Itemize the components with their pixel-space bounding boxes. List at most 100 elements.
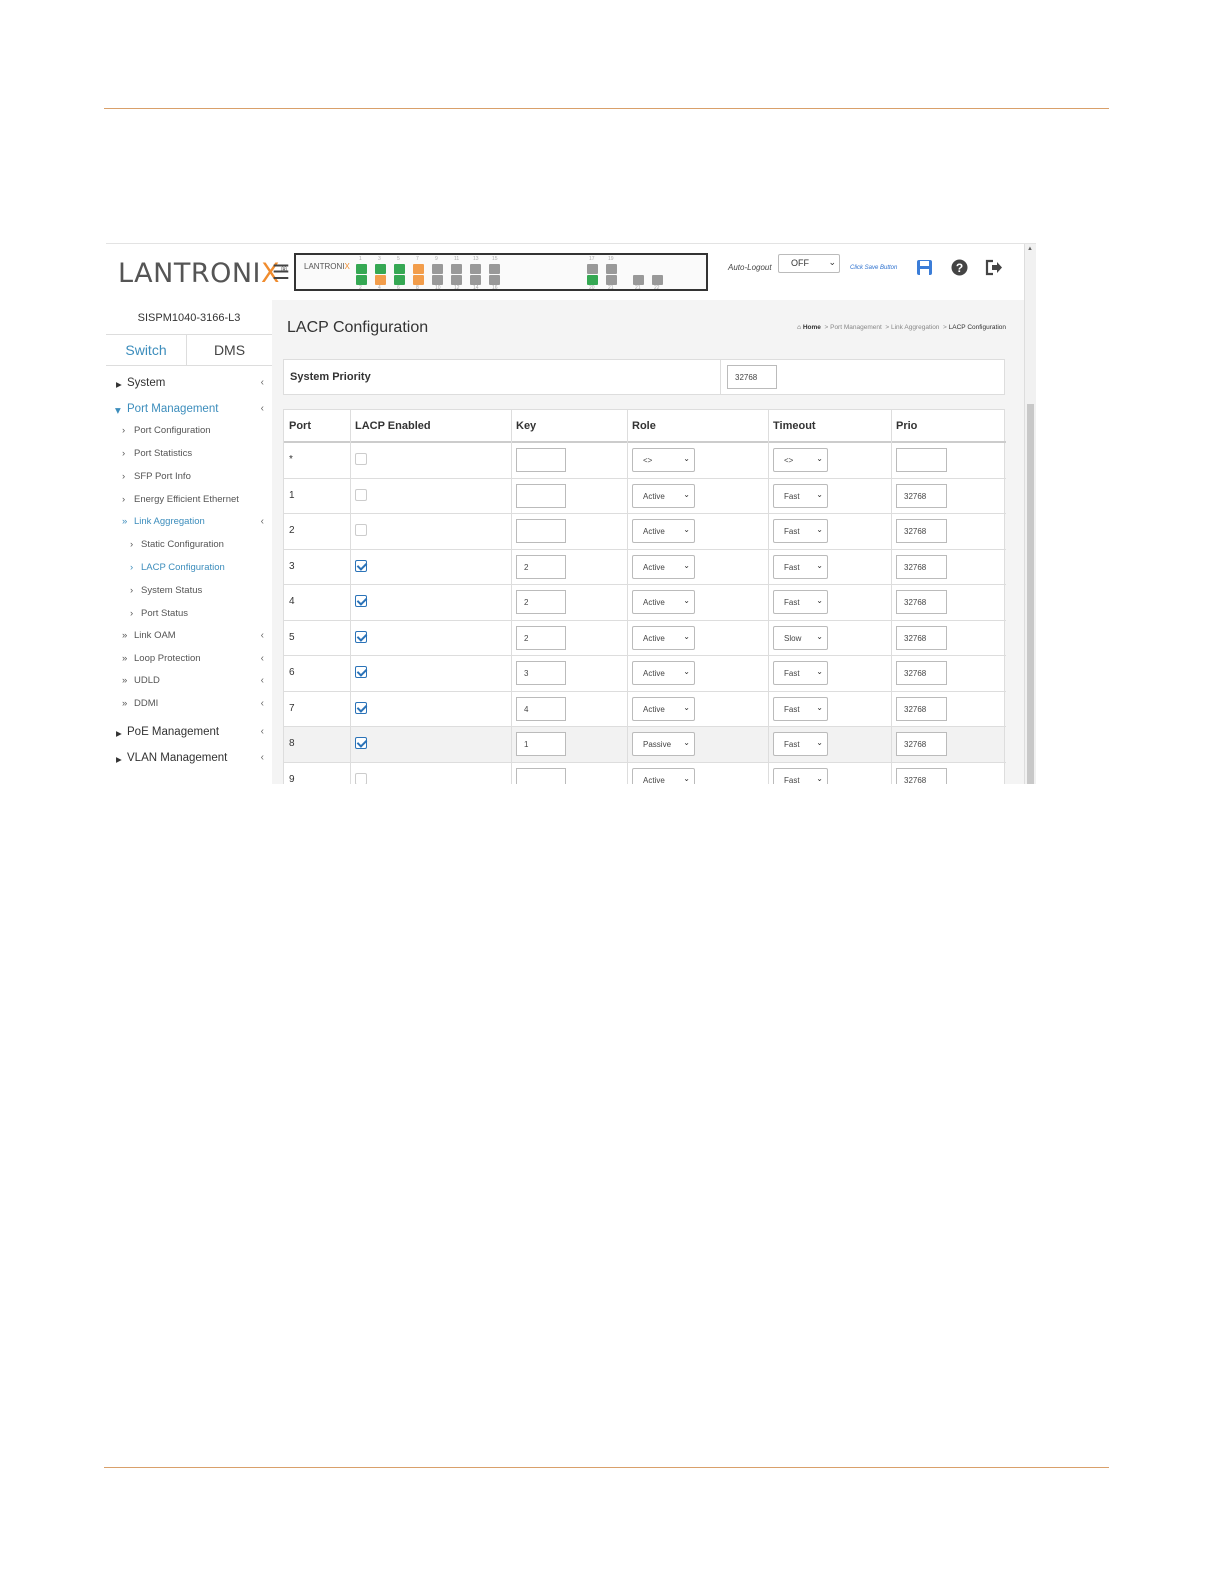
table-row: 8 1 Passive ⌄ Fast ⌄ 32768 xyxy=(284,727,1004,763)
role-value: Active xyxy=(643,562,665,572)
lacp-enabled-checkbox[interactable] xyxy=(355,524,367,536)
role-select[interactable]: Active ⌄ xyxy=(632,625,695,650)
help-icon[interactable]: ? xyxy=(951,259,968,281)
divider xyxy=(720,360,721,394)
port-number: 21 xyxy=(635,285,641,291)
key-input[interactable]: 3 xyxy=(516,661,566,685)
key-input[interactable] xyxy=(516,483,566,508)
scroll-up-icon[interactable]: ▲ xyxy=(1027,246,1033,252)
key-input[interactable]: 2 xyxy=(516,554,566,579)
column-divider xyxy=(891,410,892,784)
timeout-select[interactable]: Fast ⌄ xyxy=(773,590,828,614)
role-select[interactable]: Active ⌄ xyxy=(632,483,695,508)
timeout-select[interactable]: Fast ⌄ xyxy=(773,554,828,579)
double-chevron-right-icon: » xyxy=(122,653,128,664)
key-input[interactable] xyxy=(516,448,566,472)
sidebar-tabs: Switch DMS xyxy=(106,334,272,366)
role-select[interactable]: Active ⌄ xyxy=(632,519,695,543)
timeout-select[interactable]: <> ⌄ xyxy=(773,448,828,472)
chevron-right-icon: › xyxy=(122,448,126,459)
timeout-select[interactable]: Fast ⌄ xyxy=(773,732,828,756)
chevron-down-icon: ⌄ xyxy=(683,596,690,605)
timeout-select[interactable]: Fast ⌄ xyxy=(773,696,828,721)
prio-input[interactable]: 32768 xyxy=(896,661,947,685)
breadcrumb-port-management[interactable]: Port Management xyxy=(830,324,882,331)
lacp-enabled-checkbox[interactable] xyxy=(355,701,367,714)
key-input[interactable]: 2 xyxy=(516,625,566,650)
table-row: * <> ⌄ <> ⌄ xyxy=(284,443,1004,479)
lacp-enabled-checkbox[interactable] xyxy=(355,666,367,678)
tab-dms[interactable]: DMS xyxy=(187,335,272,365)
breadcrumb-home[interactable]: Home xyxy=(803,324,821,331)
timeout-select[interactable]: Fast ⌄ xyxy=(773,483,828,508)
port-cell: * xyxy=(289,454,293,465)
prio-input[interactable] xyxy=(896,448,947,472)
role-select[interactable]: Active ⌄ xyxy=(632,590,695,614)
chevron-right-icon: › xyxy=(130,585,134,596)
lacp-enabled-checkbox[interactable] xyxy=(355,772,367,784)
prio-input[interactable]: 32768 xyxy=(896,554,947,579)
chevron-left-icon: ‹ xyxy=(260,377,264,388)
breadcrumb-link-aggregation[interactable]: Link Aggregation xyxy=(891,324,939,331)
tab-switch[interactable]: Switch xyxy=(106,335,187,365)
key-input[interactable] xyxy=(516,767,566,784)
port-number: 8 xyxy=(416,285,419,291)
timeout-value: Slow xyxy=(784,633,802,643)
role-value: Active xyxy=(643,669,665,678)
port-led xyxy=(470,264,481,274)
lacp-enabled-checkbox[interactable] xyxy=(355,559,367,572)
lacp-enabled-checkbox[interactable] xyxy=(355,595,367,607)
port-number: 19 xyxy=(608,256,614,262)
auto-logout-select[interactable]: OFF ⌄ xyxy=(778,254,840,273)
system-priority-input[interactable]: 32768 xyxy=(727,365,777,389)
port-number: 4 xyxy=(378,285,381,291)
port-number: 12 xyxy=(454,285,460,291)
key-input[interactable] xyxy=(516,519,566,543)
timeout-select[interactable]: Fast ⌄ xyxy=(773,767,828,784)
prio-input[interactable]: 32768 xyxy=(896,590,947,614)
scrollbar-thumb[interactable] xyxy=(1027,404,1034,784)
prio-input[interactable]: 32768 xyxy=(896,732,947,756)
role-value: Active xyxy=(643,775,665,785)
role-select[interactable]: <> ⌄ xyxy=(632,448,695,472)
prio-input[interactable]: 32768 xyxy=(896,767,947,784)
port-led xyxy=(375,275,386,285)
timeout-select[interactable]: Slow ⌄ xyxy=(773,625,828,650)
prio-input[interactable]: 32768 xyxy=(896,625,947,650)
prio-input[interactable]: 32768 xyxy=(896,483,947,508)
port-led xyxy=(394,275,405,285)
timeout-value: Fast xyxy=(784,562,800,572)
lacp-enabled-checkbox[interactable] xyxy=(355,453,367,465)
role-select[interactable]: Active ⌄ xyxy=(632,696,695,721)
chevron-down-icon: ⌄ xyxy=(683,738,690,747)
double-chevron-right-icon: » xyxy=(122,698,128,709)
chevron-down-icon: ⌄ xyxy=(683,702,690,712)
role-select[interactable]: Active ⌄ xyxy=(632,661,695,685)
role-select[interactable]: Active ⌄ xyxy=(632,554,695,579)
role-select[interactable]: Passive ⌄ xyxy=(632,732,695,756)
sfp-port-led xyxy=(587,264,598,274)
chevron-left-icon: ‹ xyxy=(260,630,264,641)
main-content: LACP Configuration ⌂ Home > Port Managem… xyxy=(272,300,1024,784)
lacp-enabled-checkbox[interactable] xyxy=(355,630,367,643)
vertical-scrollbar[interactable]: ▲ xyxy=(1024,244,1036,784)
logout-icon[interactable] xyxy=(985,259,1003,281)
lacp-enabled-checkbox[interactable] xyxy=(355,737,367,749)
column-header-prio: Prio xyxy=(896,420,918,432)
sfp-port-led xyxy=(587,275,598,285)
timeout-select[interactable]: Fast ⌄ xyxy=(773,519,828,543)
lacp-enabled-checkbox[interactable] xyxy=(355,488,367,501)
menu-toggle-icon[interactable]: ☰ xyxy=(272,260,290,285)
timeout-value: Fast xyxy=(784,527,800,536)
key-input[interactable]: 4 xyxy=(516,696,566,721)
port-led xyxy=(356,264,367,274)
timeout-select[interactable]: Fast ⌄ xyxy=(773,661,828,685)
auto-logout-value: OFF xyxy=(791,258,809,268)
key-input[interactable]: 1 xyxy=(516,732,566,756)
prio-input[interactable]: 32768 xyxy=(896,696,947,721)
save-icon[interactable] xyxy=(916,259,933,281)
role-select[interactable]: Active ⌄ xyxy=(632,767,695,785)
key-input[interactable]: 2 xyxy=(516,590,566,614)
prio-input[interactable]: 32768 xyxy=(896,519,947,543)
port-number: 1 xyxy=(359,256,362,262)
